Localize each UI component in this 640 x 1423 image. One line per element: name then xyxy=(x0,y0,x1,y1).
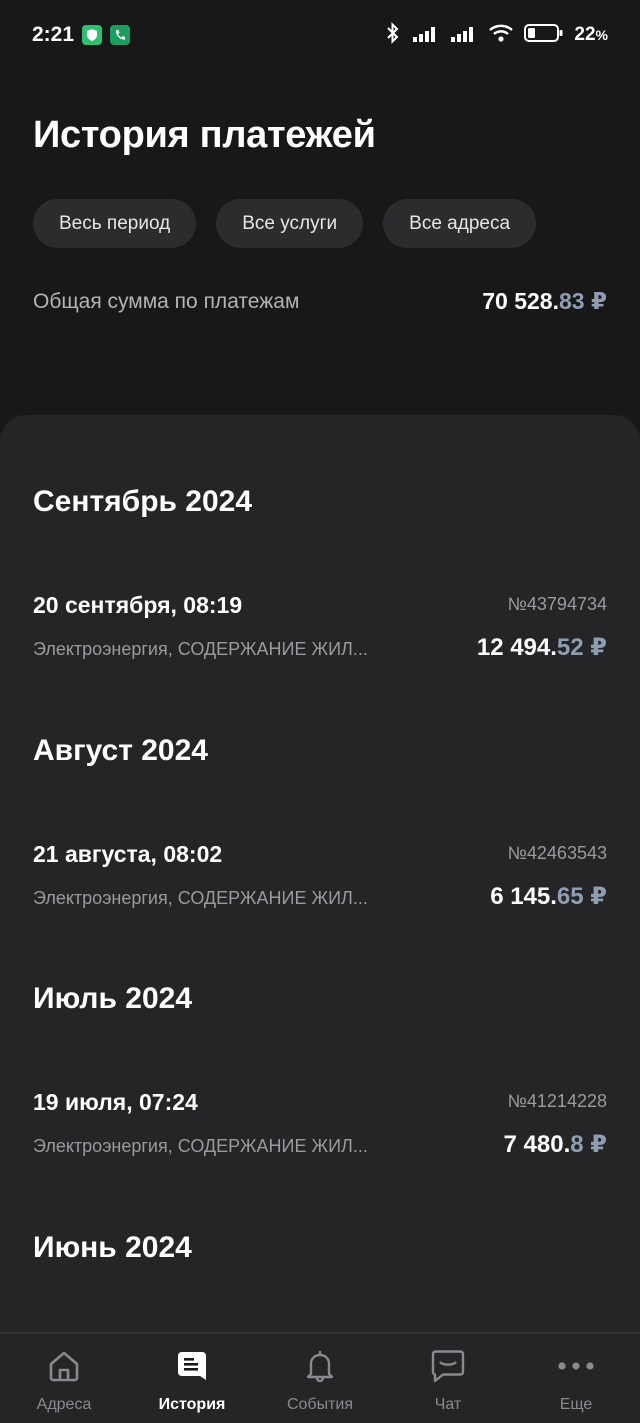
signal-1-icon xyxy=(412,24,440,47)
wifi-icon xyxy=(488,23,514,48)
payment-services: Электроэнергия, СОДЕРЖАНИЕ ЖИЛ... xyxy=(33,639,368,659)
nav-label: Адреса xyxy=(36,1396,92,1413)
battery-icon xyxy=(524,23,564,48)
payments-sheet[interactable]: Сентябрь 2024 20 сентября, 08:19 №437947… xyxy=(0,415,640,1332)
nav-chat[interactable]: Чат xyxy=(384,1334,512,1423)
payment-services: Электроэнергия, СОДЕРЖАНИЕ ЖИЛ... xyxy=(33,1136,368,1156)
filter-addresses-chip[interactable]: Все адреса xyxy=(383,199,537,248)
nav-more[interactable]: Еще xyxy=(512,1334,640,1423)
battery-percent: 22% xyxy=(574,24,608,45)
payment-amount: 12 494.52 ₽ xyxy=(476,634,607,661)
total-label: Общая сумма по платежам xyxy=(33,289,300,313)
bell-icon xyxy=(300,1346,340,1386)
filter-chips: Весь период Все услуги Все адреса xyxy=(33,199,537,248)
status-bar: 2:21 22% xyxy=(0,0,640,70)
nav-label: Еще xyxy=(559,1396,593,1413)
payment-item[interactable]: 19 июля, 07:24 №41214228 Электроэнергия,… xyxy=(33,1089,607,1169)
shield-app-icon xyxy=(82,25,103,45)
payment-item[interactable]: 20 сентября, 08:19 №43794734 Электроэнер… xyxy=(33,592,607,672)
payment-amount: 6 145.65 ₽ xyxy=(490,883,607,910)
month-title: Август 2024 xyxy=(33,734,208,767)
month-title: Июль 2024 xyxy=(33,982,193,1015)
status-time: 2:21 xyxy=(32,23,75,46)
bluetooth-icon xyxy=(384,21,402,50)
total-row: Общая сумма по платежам 70 528.83 ₽ xyxy=(33,288,607,315)
history-icon xyxy=(172,1346,212,1386)
filter-period-chip[interactable]: Весь период xyxy=(33,199,197,248)
nav-history[interactable]: История xyxy=(128,1334,256,1423)
chat-icon xyxy=(428,1346,468,1386)
payment-item[interactable]: 21 августа, 08:02 №42463543 Электроэнерг… xyxy=(33,841,607,921)
phone-app-icon xyxy=(110,25,131,45)
nav-label: Чат xyxy=(434,1396,462,1413)
nav-label: История xyxy=(158,1396,226,1413)
nav-label: События xyxy=(286,1396,354,1413)
nav-events[interactable]: События xyxy=(256,1334,384,1423)
payment-date: 20 сентября, 08:19 xyxy=(33,592,243,618)
nav-addresses[interactable]: Адреса xyxy=(0,1334,128,1423)
payment-date: 19 июля, 07:24 xyxy=(33,1089,198,1115)
bottom-nav: Адреса История События Чат Еще xyxy=(0,1332,640,1423)
total-amount: 70 528.83 ₽ xyxy=(482,288,607,314)
payment-number: №41214228 xyxy=(507,1091,607,1111)
month-title: Июнь 2024 xyxy=(33,1231,192,1264)
filter-services-chip[interactable]: Все услуги xyxy=(216,199,364,248)
payment-amount: 7 480.8 ₽ xyxy=(503,1131,607,1158)
signal-2-icon xyxy=(450,24,478,47)
payment-services: Электроэнергия, СОДЕРЖАНИЕ ЖИЛ... xyxy=(33,888,368,908)
month-title: Сентябрь 2024 xyxy=(33,485,253,518)
more-icon xyxy=(556,1346,596,1386)
status-right: 22% xyxy=(384,21,608,50)
page-title: История платежей xyxy=(33,114,376,156)
header: История платежей Весь период Все услуги … xyxy=(0,70,640,415)
payment-date: 21 августа, 08:02 xyxy=(33,841,223,867)
status-left: 2:21 xyxy=(32,23,131,47)
payment-number: №43794734 xyxy=(507,594,607,614)
home-icon xyxy=(44,1346,84,1386)
payment-number: №42463543 xyxy=(507,843,607,863)
